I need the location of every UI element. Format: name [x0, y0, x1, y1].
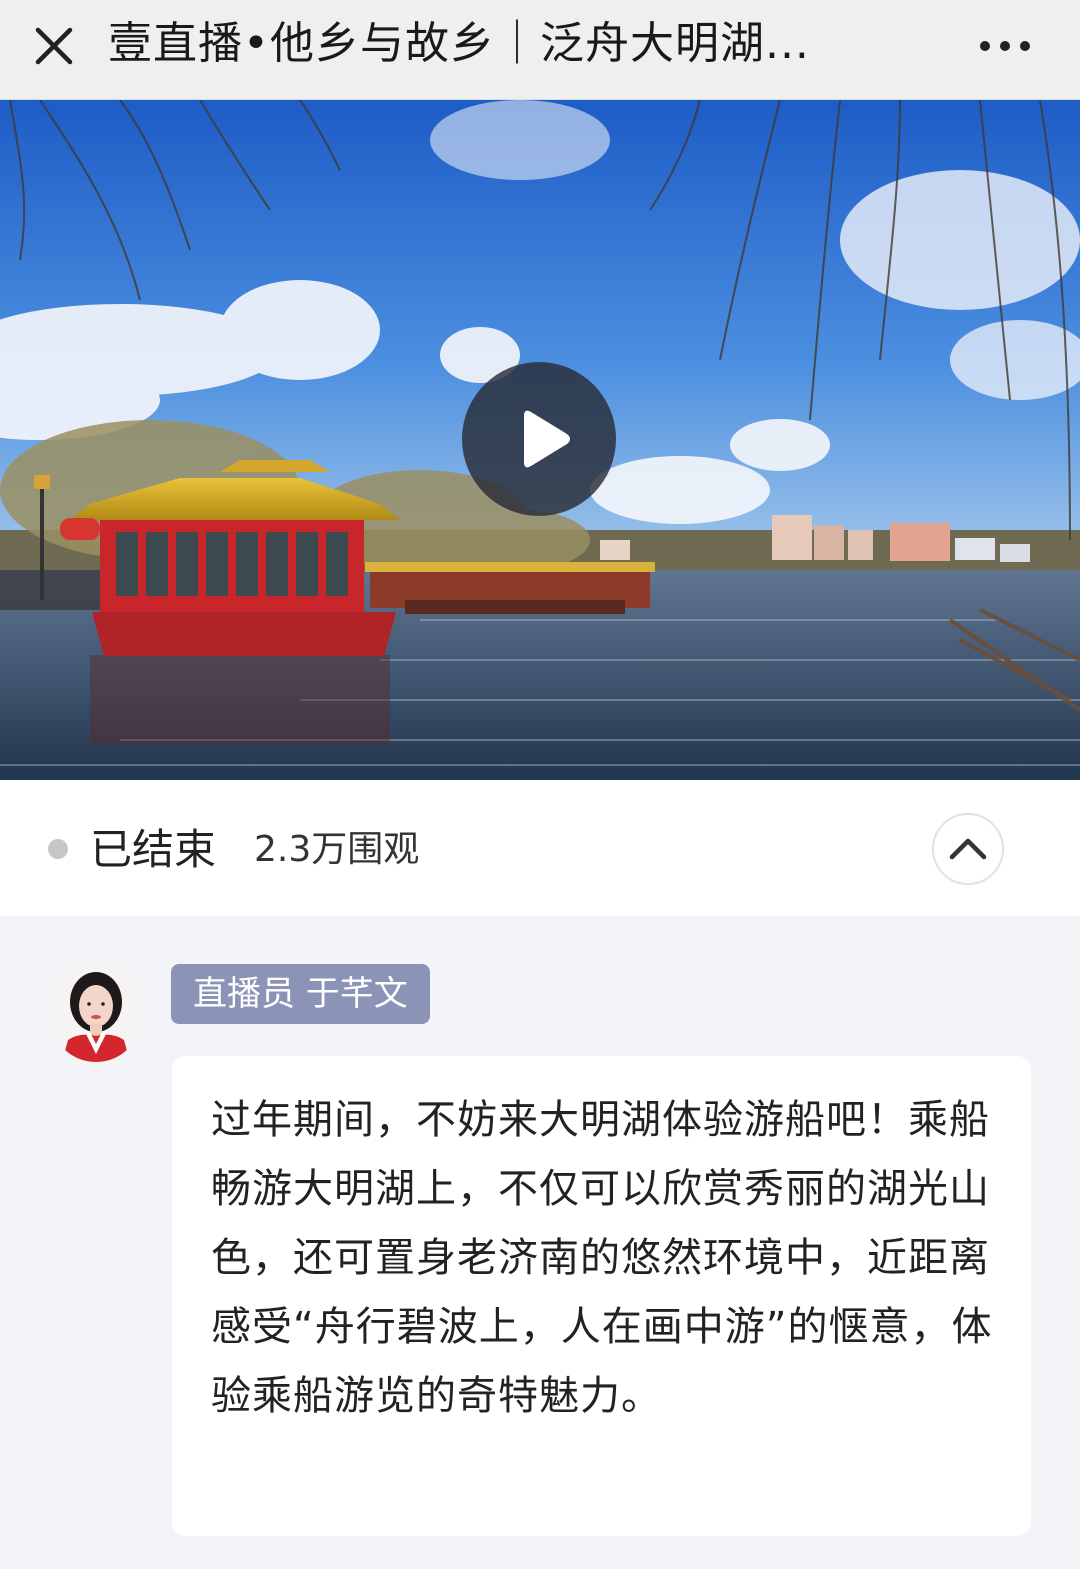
anchor-portrait [50, 964, 142, 1062]
status-indicator-dot [48, 839, 68, 859]
more-options-button[interactable] [970, 24, 1040, 68]
close-button[interactable] [22, 14, 86, 78]
message-card: 过年期间，不妨来大明湖体验游船吧！乘船畅游大明湖上，不仅可以欣赏秀丽的湖光山色，… [172, 1056, 1031, 1536]
play-icon [524, 410, 570, 468]
page-title: 壹直播•他乡与故乡｜泛舟大明湖... [108, 18, 810, 69]
message-text: 过年期间，不妨来大明湖体验游船吧！乘船畅游大明湖上，不仅可以欣赏秀丽的湖光山色，… [211, 1097, 993, 1419]
viewer-count: 2.3万围观 [254, 829, 420, 870]
anchor-name-badge: 直播员 于芊文 [171, 964, 430, 1024]
chevron-up-icon [949, 838, 987, 860]
collapse-button[interactable] [932, 813, 1004, 885]
video-player[interactable] [0, 100, 1080, 780]
top-bar: 壹直播•他乡与故乡｜泛舟大明湖... [0, 0, 1080, 100]
close-icon [35, 27, 73, 65]
live-status-label: 已结束 [90, 825, 217, 874]
more-horizontal-icon [980, 41, 1030, 51]
play-button[interactable] [462, 362, 616, 516]
anchor-avatar[interactable] [50, 964, 142, 1062]
